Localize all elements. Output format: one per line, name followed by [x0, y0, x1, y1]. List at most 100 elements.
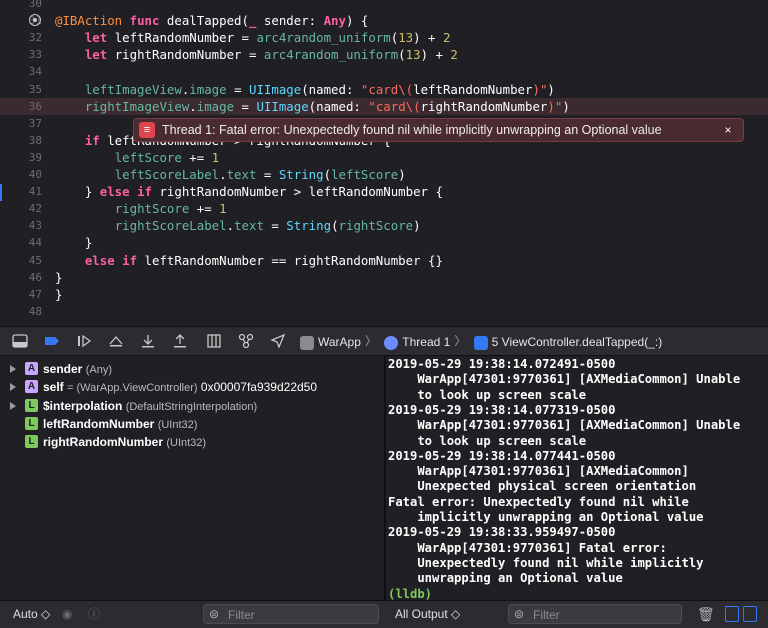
code-token: leftScore	[114, 149, 182, 165]
code-token: "card\(	[368, 98, 421, 114]
code-line[interactable]: 44 }	[0, 234, 768, 251]
code-token: else	[99, 184, 130, 200]
variables-filter-input[interactable]	[226, 605, 370, 625]
code-token: text	[226, 167, 257, 182]
variable-row[interactable]: LrightRandomNumber (UInt32)	[0, 433, 384, 451]
console-line: to look up screen scale	[388, 433, 587, 448]
code-line[interactable]: 39 leftScore += 1	[0, 149, 768, 166]
variable-name: $interpolation	[43, 398, 123, 413]
code-line[interactable]: 47}	[0, 286, 768, 303]
disclosure-triangle-icon[interactable]	[10, 383, 16, 392]
memory-graph-icon[interactable]	[236, 332, 256, 350]
variable-type: (UInt32)	[166, 437, 207, 450]
breakpoints-toggle-icon[interactable]	[42, 332, 62, 350]
code-line[interactable]: 30	[0, 0, 768, 12]
variable-row[interactable]: Aself = (WarApp.ViewController) 0x00007f…	[0, 378, 384, 396]
code-text: }	[55, 269, 62, 286]
filter-icon: ⊜	[514, 607, 525, 621]
code-token: dealTapped(	[159, 13, 249, 29]
code-line[interactable]: 46}	[0, 269, 768, 286]
code-token: }	[55, 286, 63, 302]
error-message: Thread 1: Fatal error: Unexpectedly foun…	[162, 123, 662, 137]
code-token: UIImage	[256, 98, 309, 114]
code-line[interactable]: 45 else if leftRandomNumber == rightRand…	[0, 252, 768, 269]
view-hierarchy-icon[interactable]	[204, 332, 224, 350]
code-token: arc4random_uniform	[263, 47, 399, 63]
crumb-frame[interactable]: 5 ViewController.dealTapped(_:)	[473, 328, 662, 356]
console-line: 2019-05-29 19:38:14.077441-0500	[388, 448, 616, 463]
code-token: ) +	[420, 47, 451, 63]
variable-type: = (WarApp.ViewController)	[67, 382, 198, 395]
eye-icon[interactable]: ◉	[62, 601, 72, 628]
code-line[interactable]: 32 let leftRandomNumber = arc4random_uni…	[0, 29, 768, 46]
console-line: Unexpected physical screen orientation	[388, 479, 697, 494]
console-filter[interactable]: ⊜	[508, 604, 682, 625]
code-line[interactable]: 33 let rightRandomNumber = arc4random_un…	[0, 46, 768, 63]
console-output-selector[interactable]: All Output ◇	[395, 601, 460, 628]
breakpoint-icon[interactable]	[29, 14, 41, 27]
code-token: ) +	[413, 30, 443, 46]
code-token: ) {	[345, 13, 369, 29]
trash-icon[interactable]: 🗑	[697, 601, 715, 628]
console-output[interactable]: 2019-05-29 19:38:14.072491-0500 WarApp[4…	[386, 356, 768, 600]
crumb-thread[interactable]: Thread 1	[384, 328, 450, 356]
lldb-prompt[interactable]: (lldb)	[388, 587, 432, 601]
console-filter-input[interactable]	[531, 605, 675, 625]
code-token: +=	[181, 149, 212, 165]
show-variables-view-icon[interactable]	[725, 606, 739, 622]
line-number: 42	[28, 202, 42, 216]
code-token: leftImageView	[84, 81, 182, 97]
code-token: text	[234, 218, 264, 234]
step-into-icon[interactable]	[138, 332, 158, 350]
step-over-icon[interactable]	[106, 332, 126, 350]
variable-name-group: leftRandomNumber (UInt32)	[43, 415, 197, 434]
variable-name-group: self = (WarApp.ViewController) 0x00007fa…	[43, 378, 317, 397]
info-icon[interactable]: ⓘ	[88, 601, 100, 628]
code-token: UIImage	[249, 81, 302, 97]
step-out-icon[interactable]	[170, 332, 190, 350]
disclosure-triangle-icon[interactable]	[10, 365, 16, 373]
continue-icon[interactable]	[74, 332, 94, 350]
code-token: =	[263, 218, 287, 234]
code-token: if	[122, 252, 138, 268]
variables-scope-selector[interactable]: Auto ◇	[13, 601, 50, 628]
variable-row[interactable]: Asender (Any)	[0, 360, 384, 378]
line-number: 36	[28, 99, 42, 113]
code-line[interactable]: 41 } else if rightRandomNumber > leftRan…	[0, 183, 768, 200]
code-line[interactable]: 48	[0, 303, 768, 320]
line-number: 35	[28, 82, 42, 96]
code-line[interactable]: 31 @IBAction func dealTapped(_ sender: An…	[0, 12, 768, 29]
crumb-app-label: WarApp	[318, 334, 361, 349]
variable-row[interactable]: L $interpolation (DefaultStringInterpolat…	[0, 397, 384, 415]
app-icon	[300, 335, 314, 350]
error-banner[interactable]: ≡ Thread 1: Fatal error: Unexpectedly fo…	[133, 118, 744, 142]
code-line[interactable]: 36 rightImageView.image = UIImage(named:…	[0, 97, 768, 115]
code-token: func	[129, 13, 160, 29]
line-number: 41	[28, 185, 42, 199]
code-line[interactable]: 40 leftScoreLabel.text = String(leftScor…	[0, 166, 768, 183]
code-line[interactable]: 43 rightScoreLabel.text = String(rightSc…	[0, 217, 768, 234]
simulate-location-icon[interactable]	[268, 332, 288, 350]
code-token: }	[55, 269, 63, 285]
code-token: 1	[219, 201, 227, 217]
code-line[interactable]: 34	[0, 63, 768, 80]
close-icon[interactable]: ×	[719, 121, 737, 139]
code-line[interactable]: 35 leftImageView.image = UIImage(named: …	[0, 81, 768, 98]
variables-filter[interactable]: ⊜	[203, 604, 379, 625]
code-token: (	[331, 218, 339, 234]
code-token: .	[189, 98, 197, 114]
console-line: 2019-05-29 19:38:14.077319-0500	[388, 402, 616, 417]
crumb-app[interactable]: WarApp	[300, 328, 361, 356]
hide-debug-area-icon[interactable]	[10, 332, 30, 350]
disclosure-triangle-icon[interactable]	[10, 401, 16, 410]
console-line: unwrapping an Optional value	[388, 571, 623, 586]
show-console-view-icon[interactable]	[743, 606, 757, 622]
code-editor[interactable]: 30 31 @IBAction func dealTapped(_ sender: …	[0, 0, 768, 326]
variable-row[interactable]: LleftRandomNumber (UInt32)	[0, 415, 384, 433]
code-line[interactable]: 42 rightScore += 1	[0, 200, 768, 217]
